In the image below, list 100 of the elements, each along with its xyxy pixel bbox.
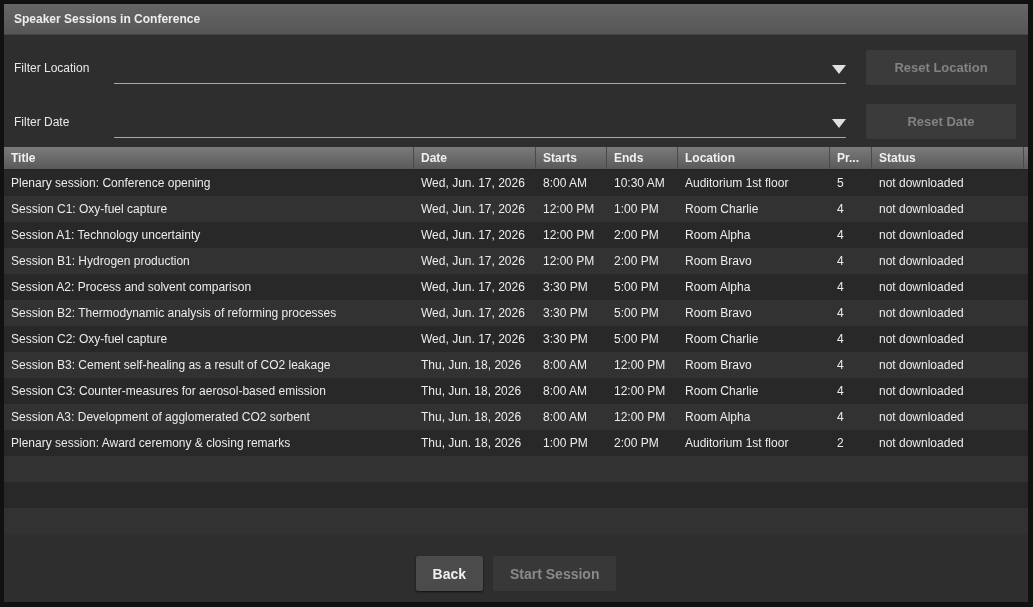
table-cell-text: Wed, Jun. 17, 2026	[420, 279, 526, 296]
table-cell-text: Session A2: Process and solvent comparison	[10, 279, 253, 296]
table-cell-text: Auditorium 1st floor	[684, 435, 790, 452]
table-cell-text: Room Bravo	[684, 357, 753, 374]
table-cell-text: Session B2: Thermodynamic analysis of reforming processes	[10, 305, 338, 322]
footer-button[interactable]: Back	[415, 556, 483, 591]
filter-label: Filter Date	[14, 115, 71, 129]
table-cell-text: 5:00 PM	[613, 305, 660, 322]
table-cell-text: not downloaded	[878, 383, 965, 400]
table-cell-text: 8:00 AM	[542, 357, 589, 374]
table-row[interactable]: Session B2: Thermodynamic analysis of reforming processes Wed, Jun. 17, 2026 3:30 PM 5:00 PM Room Bravo 4 not downloaded	[4, 300, 1028, 326]
table-row[interactable]: Plenary session: Conference opening Wed, Jun. 17, 2026 8:00 AM 10:30 AM Auditorium 1st floor 5 not downloaded	[4, 170, 1028, 196]
table-cell-text: Session C3: Counter-measures for aerosol-based emission	[10, 383, 327, 400]
table-cell-text: 5	[836, 175, 845, 192]
table-cell-text: 2	[836, 435, 845, 452]
table-cell-text: Room Alpha	[684, 227, 752, 244]
table-row[interactable]: Session A2: Process and solvent comparison Wed, Jun. 17, 2026 3:30 PM 5:00 PM Room Alpha 4 not downloaded	[4, 274, 1028, 300]
table-row[interactable]: Session A1: Technology uncertainty Wed, Jun. 17, 2026 12:00 PM 2:00 PM Room Alpha 4 not downloaded	[4, 222, 1028, 248]
column-header[interactable]: Status	[872, 147, 1024, 169]
table-cell-text: Wed, Jun. 17, 2026	[420, 331, 526, 348]
column-header[interactable]: Title	[4, 147, 414, 169]
filter-label: Filter Location	[14, 61, 91, 75]
table-cell-text: not downloaded	[878, 435, 965, 452]
table-cell-text: Plenary session: Award ceremony & closing remarks	[10, 435, 292, 452]
table-cell-text: Session A1: Technology uncertainty	[10, 227, 202, 244]
table-cell-text: not downloaded	[878, 201, 965, 218]
table-cell-text: not downloaded	[878, 331, 965, 348]
column-header[interactable]: Starts	[536, 147, 607, 169]
table-cell-text: 4	[836, 253, 845, 270]
table-cell-text: Room Bravo	[684, 305, 753, 322]
table-cell-text: Plenary session: Conference opening	[10, 175, 212, 192]
table-cell-text: 12:00 PM	[542, 227, 596, 244]
table-cell-text: 3:30 PM	[542, 279, 589, 296]
table-cell-text: 1:00 PM	[542, 435, 589, 452]
table-cell-text: 12:00 PM	[542, 253, 596, 270]
table-cell-text: 4	[836, 331, 845, 348]
table-cell-text: 4	[836, 305, 845, 322]
table-row[interactable]: Session A3: Development of agglomerated CO2 sorbent Thu, Jun. 18, 2026 8:00 AM 12:00 PM Room Alpha 4 not downloaded	[4, 404, 1028, 430]
table-cell-text: Session C2: Oxy-fuel capture	[10, 331, 169, 348]
table-cell-text: not downloaded	[878, 253, 965, 270]
column-header[interactable]: Date	[414, 147, 536, 169]
table-cell-text: Room Charlie	[684, 383, 760, 400]
table-row[interactable]: Session B1: Hydrogen production Wed, Jun. 17, 2026 12:00 PM 2:00 PM Room Bravo 4 not downloaded	[4, 248, 1028, 274]
table-cell-text: 12:00 PM	[613, 409, 667, 426]
table-cell-text: Wed, Jun. 17, 2026	[420, 201, 526, 218]
table-cell-text: Thu, Jun. 18, 2026	[420, 409, 523, 426]
table-cell-text: 12:00 PM	[613, 383, 667, 400]
table-cell-text: Session B3: Cement self-healing as a result of CO2 leakage	[10, 357, 332, 374]
column-header[interactable]: Pr...	[830, 147, 872, 169]
table-cell-text: 10:30 AM	[613, 175, 666, 192]
table-cell-text: Session B1: Hydrogen production	[10, 253, 191, 270]
table-cell-text: 4	[836, 409, 845, 426]
table-cell-text: 5:00 PM	[613, 279, 660, 296]
table-cell-text: Thu, Jun. 18, 2026	[420, 383, 523, 400]
table-row[interactable]: Session B3: Cement self-healing as a result of CO2 leakage Thu, Jun. 18, 2026 8:00 AM 12:00 PM Room Bravo 4 not downloaded	[4, 352, 1028, 378]
table-cell-text: 4	[836, 383, 845, 400]
table-cell-text: 12:00 PM	[613, 357, 667, 374]
caret-icon	[832, 65, 846, 74]
table-cell-text: not downloaded	[878, 357, 965, 374]
table-cell-text: 4	[836, 201, 845, 218]
table-cell-text: not downloaded	[878, 175, 965, 192]
table-cell-text: 4	[836, 227, 845, 244]
table-cell-text: not downloaded	[878, 279, 965, 296]
table-cell-text: 8:00 AM	[542, 409, 589, 426]
caret-icon	[832, 119, 846, 128]
table-cell-text: 2:00 PM	[613, 227, 660, 244]
table-cell-text: Room Bravo	[684, 253, 753, 270]
table-cell-text: 5:00 PM	[613, 331, 660, 348]
table-cell-text: not downloaded	[878, 227, 965, 244]
table-cell-text: Wed, Jun. 17, 2026	[420, 227, 526, 244]
table-cell-text: Session C1: Oxy-fuel capture	[10, 201, 169, 218]
table-cell-text: 4	[836, 279, 845, 296]
table-cell-text: not downloaded	[878, 409, 965, 426]
table-cell-text: 3:30 PM	[542, 305, 589, 322]
table-cell-text: Auditorium 1st floor	[684, 175, 790, 192]
column-header[interactable]: Ends	[607, 147, 678, 169]
table-cell-text: 3:30 PM	[542, 331, 589, 348]
table-row[interactable]: Session C3: Counter-measures for aerosol-based emission Thu, Jun. 18, 2026 8:00 AM 12:00 PM Room Charlie 4 not downloaded	[4, 378, 1028, 404]
window-title: Speaker Sessions in Conference	[14, 12, 201, 26]
table-cell-text: 2:00 PM	[613, 253, 660, 270]
table-cell-text: Thu, Jun. 18, 2026	[420, 357, 523, 374]
table-cell-text: 8:00 AM	[542, 383, 589, 400]
table-cell-text: Session A3: Development of agglomerated CO2 sorbent	[10, 409, 311, 426]
table-cell-text: Thu, Jun. 18, 2026	[420, 435, 523, 452]
table-cell-text: Room Alpha	[684, 409, 752, 426]
table-cell-text: Room Charlie	[684, 201, 760, 218]
table-cell-text: 1:00 PM	[613, 201, 660, 218]
table-row[interactable]: Plenary session: Award ceremony & closing remarks Thu, Jun. 18, 2026 1:00 PM 2:00 PM Auditorium 1st floor 2 not downloaded	[4, 430, 1028, 456]
table-cell-text: 2:00 PM	[613, 435, 660, 452]
table-cell-text: Wed, Jun. 17, 2026	[420, 175, 526, 192]
table-cell-text: Room Alpha	[684, 279, 752, 296]
column-header[interactable]: Location	[678, 147, 830, 169]
table-cell-text: Room Charlie	[684, 331, 760, 348]
table-row[interactable]: Session C1: Oxy-fuel capture Wed, Jun. 17, 2026 12:00 PM 1:00 PM Room Charlie 4 not downloaded	[4, 196, 1028, 222]
table-cell-text: 4	[836, 357, 845, 374]
table-cell-text: Wed, Jun. 17, 2026	[420, 305, 526, 322]
table-row[interactable]: Session C2: Oxy-fuel capture Wed, Jun. 17, 2026 3:30 PM 5:00 PM Room Charlie 4 not downloaded	[4, 326, 1028, 352]
table-cell-text: Wed, Jun. 17, 2026	[420, 253, 526, 270]
table-cell-text: 8:00 AM	[542, 175, 589, 192]
table-cell-text: not downloaded	[878, 305, 965, 322]
